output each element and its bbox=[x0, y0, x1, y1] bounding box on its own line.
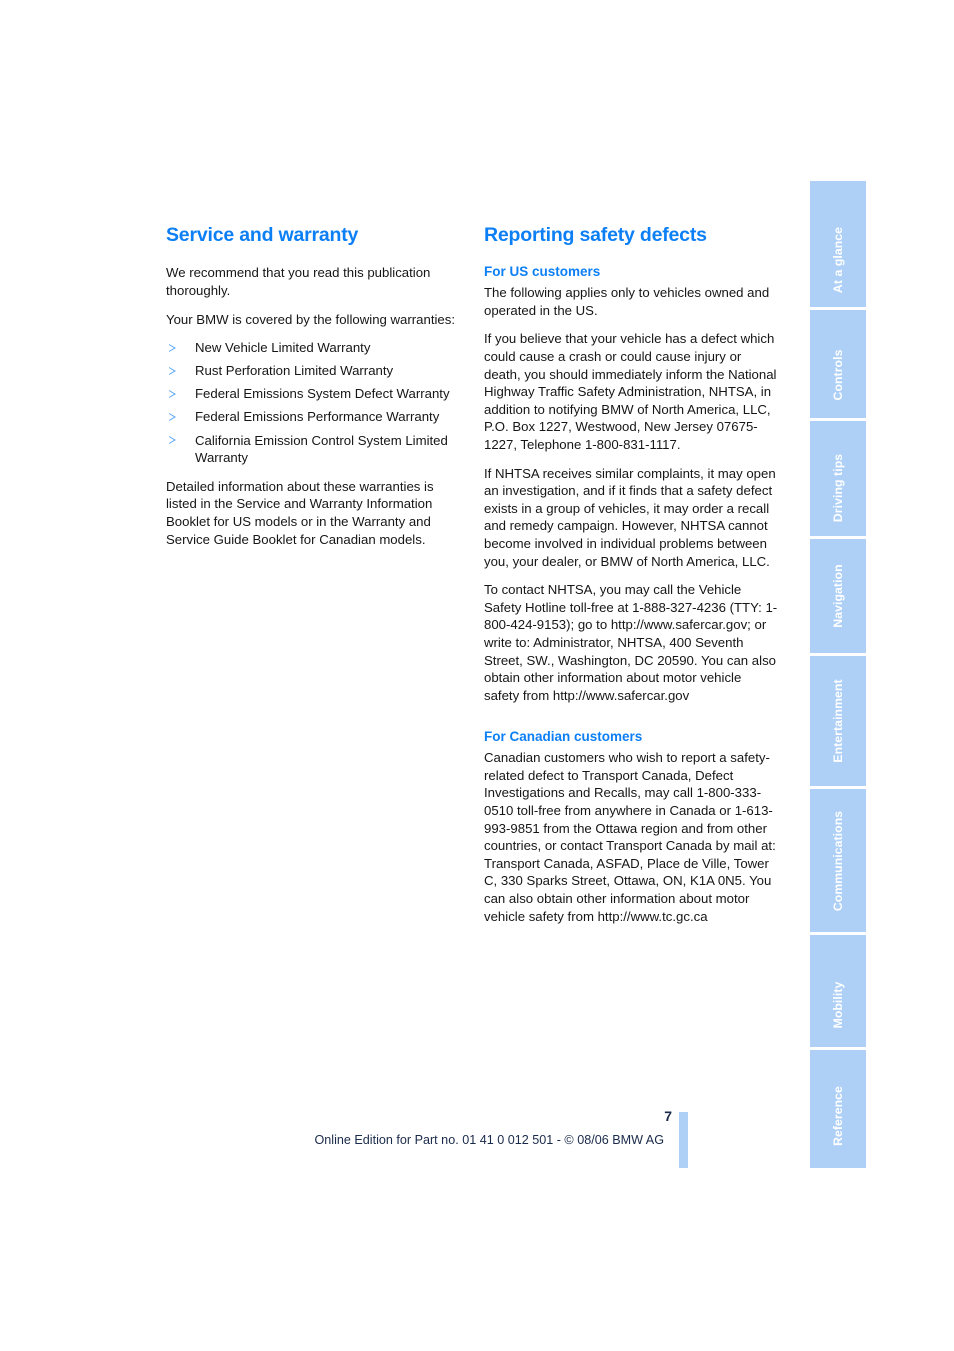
list-item-label: Federal Emissions Performance Warranty bbox=[195, 409, 440, 425]
side-tab-label: Driving tips bbox=[831, 453, 845, 522]
warranty-list: New Vehicle Limited Warranty Rust Perfor… bbox=[166, 339, 462, 467]
subheading-for-us-customers: For US customers bbox=[484, 264, 601, 280]
canada-paragraph-1: Canadian customers who wish to report a … bbox=[484, 750, 776, 924]
side-tab-label: Communications bbox=[831, 810, 845, 911]
warranty-details-paragraph: Detailed information about these warrant… bbox=[166, 478, 434, 547]
side-tab-driving-tips[interactable]: Driving tips bbox=[810, 421, 866, 536]
right-column: Reporting safety defects For US customer… bbox=[484, 224, 780, 925]
side-tab-reference[interactable]: Reference bbox=[810, 1050, 866, 1169]
list-item-label: Rust Perforation Limited Warranty bbox=[195, 363, 394, 379]
page-title-service-and-warranty: Service and warranty bbox=[166, 224, 359, 246]
subheading-for-canadian-customers: For Canadian customers bbox=[484, 729, 643, 745]
us-paragraph-1: The following applies only to vehicles o… bbox=[484, 285, 770, 318]
side-tab-label: At a glance bbox=[831, 227, 845, 294]
us-paragraph-3: If NHTSA receives similar complaints, it… bbox=[484, 465, 776, 569]
side-tab-label: Reference bbox=[831, 1086, 845, 1147]
list-item-label: Federal Emissions System Defect Warranty bbox=[195, 386, 450, 402]
page-title-reporting-safety-defects: Reporting safety defects bbox=[484, 224, 707, 246]
side-tab-at-a-glance[interactable]: At a glance bbox=[810, 181, 866, 307]
side-tab-label: Mobility bbox=[831, 981, 845, 1029]
side-tab-communications[interactable]: Communications bbox=[810, 789, 866, 933]
side-tab-label: Controls bbox=[831, 349, 845, 401]
us-paragraph-2: If you believe that your vehicle has a d… bbox=[484, 331, 777, 453]
triangle-bullet-icon bbox=[169, 412, 176, 421]
list-item: Federal Emissions Performance Warranty bbox=[166, 408, 462, 426]
intro-paragraph-1: We recommend that you read this publicat… bbox=[166, 265, 431, 299]
footer-edition-note: Online Edition for Part no. 01 41 0 012 … bbox=[314, 1133, 664, 1147]
intro-paragraph-2: Your BMW is covered by the following war… bbox=[166, 311, 456, 327]
list-item: Rust Perforation Limited Warranty bbox=[166, 362, 462, 380]
side-tab-label: Navigation bbox=[831, 563, 845, 628]
side-tab-mobility[interactable]: Mobility bbox=[810, 935, 866, 1048]
side-tab-controls[interactable]: Controls bbox=[810, 309, 866, 419]
list-item: New Vehicle Limited Warranty bbox=[166, 339, 462, 357]
triangle-bullet-icon bbox=[169, 366, 176, 375]
side-tab-entertainment[interactable]: Entertainment bbox=[810, 655, 866, 787]
triangle-bullet-icon bbox=[169, 436, 176, 445]
page-number: 7 bbox=[664, 1108, 672, 1124]
side-tab-strip: At a glance Controls Driving tips Naviga… bbox=[810, 181, 866, 1169]
list-item-label: New Vehicle Limited Warranty bbox=[195, 340, 371, 356]
us-paragraph-4: To contact NHTSA, you may call the Vehic… bbox=[484, 582, 778, 703]
triangle-bullet-icon bbox=[169, 343, 176, 352]
side-tab-navigation[interactable]: Navigation bbox=[810, 538, 866, 653]
side-tab-label: Entertainment bbox=[831, 679, 845, 763]
triangle-bullet-icon bbox=[169, 389, 176, 398]
list-item-label: California Emission Control System Limit… bbox=[195, 432, 448, 466]
manual-page: Service and warranty We recommend that y… bbox=[0, 0, 954, 1351]
footer-accent-bar bbox=[679, 1112, 688, 1168]
list-item: Federal Emissions System Defect Warranty bbox=[166, 385, 462, 403]
list-item: California Emission Control System Limit… bbox=[166, 432, 462, 467]
left-column: Service and warranty We recommend that y… bbox=[166, 224, 462, 548]
